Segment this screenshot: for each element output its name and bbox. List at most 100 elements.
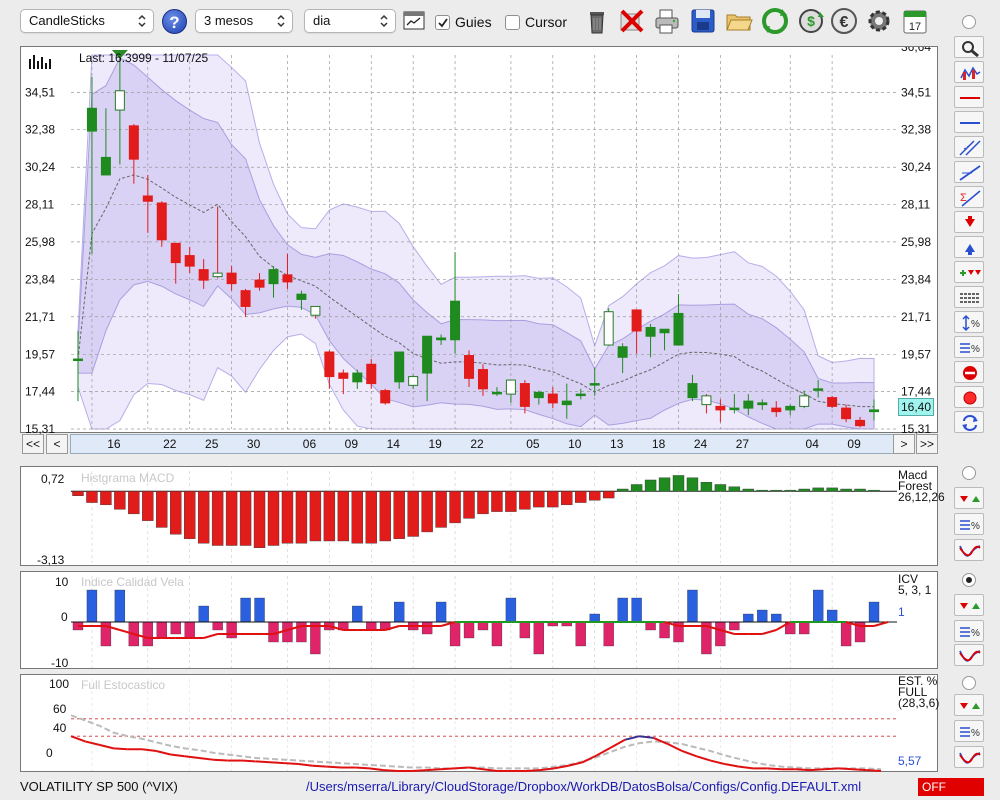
calendar-icon[interactable]: 17: [900, 6, 930, 36]
help-button[interactable]: ?: [162, 9, 187, 34]
chart-window-icon[interactable]: [403, 10, 425, 32]
icv-curve-tool[interactable]: [954, 644, 984, 666]
channel-icon: [959, 140, 981, 156]
reload-dollar-icon[interactable]: $: [796, 6, 826, 36]
price-chart-panel[interactable]: 34,51 34,51 32,38 32,38 30,24 30,24 28,11 28,11…: [20, 46, 939, 434]
percent-lines-tool[interactable]: %: [954, 336, 984, 358]
cancel-tool[interactable]: [954, 361, 984, 383]
nav-last-button[interactable]: >>: [916, 434, 938, 454]
macd-percent-tool[interactable]: %: [954, 513, 984, 535]
icv-bar: [589, 613, 600, 623]
cursor-checkbox[interactable]: Cursor: [505, 13, 567, 31]
macd-curve-tool[interactable]: [954, 539, 984, 561]
icv-percent-tool[interactable]: %: [954, 620, 984, 642]
open-folder-icon[interactable]: [724, 6, 754, 36]
macd-signals-tool[interactable]: [954, 487, 984, 509]
date-axis[interactable]: 16 22 25 30 06 09 14 19 22 05 10 13 18 24 27 04 09: [70, 434, 914, 454]
macd-bar: [407, 491, 419, 537]
period-select[interactable]: 3 mesos: [195, 9, 293, 33]
cursor-checkbox-box[interactable]: [505, 15, 520, 30]
icv-signal-line: [762, 629, 777, 635]
macd-bar: [309, 491, 322, 542]
panel-radio-macd[interactable]: [962, 466, 976, 480]
guides-checkbox-box[interactable]: [435, 15, 450, 30]
euro-icon[interactable]: €: [829, 6, 859, 36]
guides-checkbox[interactable]: Guies: [435, 13, 492, 31]
horizontal-blue-line-tool[interactable]: [954, 111, 984, 133]
panel-radio-main[interactable]: [962, 15, 976, 29]
candle-body: [324, 351, 335, 378]
interval-select[interactable]: dia: [304, 9, 396, 33]
macd-bar: [128, 491, 140, 515]
nav-first-button[interactable]: <<: [22, 434, 44, 454]
channel-tool[interactable]: [954, 136, 984, 158]
stoch-k-line: [70, 735, 86, 743]
stoch-percent-tool[interactable]: %: [954, 720, 984, 742]
sigma-tool[interactable]: Σ: [954, 186, 984, 208]
icv-signals-tool[interactable]: [954, 594, 984, 616]
icv-bar: [813, 589, 824, 623]
macd-bar: [365, 491, 377, 544]
date-label: 19: [428, 437, 442, 451]
percent-range-tool[interactable]: %: [954, 311, 984, 333]
icv-bar: [170, 621, 181, 635]
chart-type-select[interactable]: CandleSticks: [20, 9, 154, 33]
date-label: 16: [107, 437, 121, 451]
y-tick-right: 19,57: [901, 347, 931, 361]
sigma-icon: Σ: [960, 190, 981, 207]
lines-list-tool[interactable]: [954, 286, 984, 308]
candle-body: [296, 293, 307, 300]
refresh-icon[interactable]: [760, 6, 790, 36]
trash-icon[interactable]: [582, 6, 612, 36]
config-path-link[interactable]: /Users/mserra/Library/CloudStorage/Dropb…: [306, 779, 861, 794]
icv-bar: [771, 613, 782, 623]
candles-tool[interactable]: [954, 61, 984, 83]
swap-tool[interactable]: [954, 411, 984, 433]
y-tick-right: 17,44: [901, 385, 931, 399]
y-tick-top-cut: 36,64: [901, 47, 931, 54]
save-disk-icon[interactable]: [688, 6, 718, 36]
trendline-tool[interactable]: [954, 161, 984, 183]
stoch-signals-tool[interactable]: [954, 694, 984, 716]
macd-bar: [337, 491, 350, 542]
nav-prev-button[interactable]: <: [46, 434, 68, 454]
record-tool[interactable]: [954, 386, 984, 408]
arrow-down-tool[interactable]: [954, 211, 984, 233]
panel-radio-icv[interactable]: [962, 573, 976, 587]
candle-body: [869, 409, 880, 413]
date-navigator: << < 16 22 25 30 06 09 14 19 22 05 10 13 18 24 27 04 09 …: [22, 434, 938, 455]
y-tick-right: 34,51: [901, 85, 931, 99]
chart-type-value: CandleSticks: [29, 13, 105, 28]
settings-gear-icon[interactable]: [864, 6, 894, 36]
stoch-k-line: [84, 740, 100, 746]
percent-lines-icon: %: [960, 727, 980, 739]
stoch-params: (28,3,6): [898, 696, 940, 710]
panel-radio-stoch[interactable]: [962, 676, 976, 690]
add-signals-tool[interactable]: [954, 261, 984, 283]
y-tick-left: 21,71: [25, 310, 55, 324]
print-icon[interactable]: [652, 6, 682, 36]
icv-panel[interactable]: Indice Calidad Vela 10 0 -10 ICV 5, 3, 1…: [20, 571, 938, 670]
arrow-up-tool[interactable]: [954, 236, 984, 258]
stoch-k-line: [724, 763, 740, 768]
stochastic-panel[interactable]: Full Estocastico 100 60 40 0 EST. % FULL…: [20, 674, 940, 772]
zoom-tool[interactable]: [954, 36, 984, 58]
stoch-tick-100: 100: [49, 677, 70, 691]
stoch-k-line: [738, 765, 754, 770]
stoch-tick-0: 0: [46, 746, 53, 760]
stoch-k-line: [525, 769, 541, 772]
stoch-k-line: [440, 767, 455, 771]
macd-bar: [798, 488, 810, 492]
candle-body: [547, 393, 558, 404]
horizontal-red-line-tool[interactable]: [954, 86, 984, 108]
candlestick-chart[interactable]: 34,51 34,51 32,38 32,38 30,24 30,24 28,11 28,11…: [21, 47, 939, 434]
nav-next-button[interactable]: >: [893, 434, 915, 454]
delete-red-x-icon[interactable]: [617, 6, 647, 36]
date-label: 10: [568, 437, 582, 451]
candle-body: [464, 355, 475, 379]
red-green-arrows-icon: [960, 603, 980, 609]
stoch-curve-tool[interactable]: [954, 746, 984, 768]
icv-bar: [449, 621, 461, 647]
macd-panel[interactable]: Histgrama MACD 0,72 -3,13 Macd Forest 26…: [20, 466, 945, 567]
connection-state-badge[interactable]: OFF: [918, 778, 984, 796]
